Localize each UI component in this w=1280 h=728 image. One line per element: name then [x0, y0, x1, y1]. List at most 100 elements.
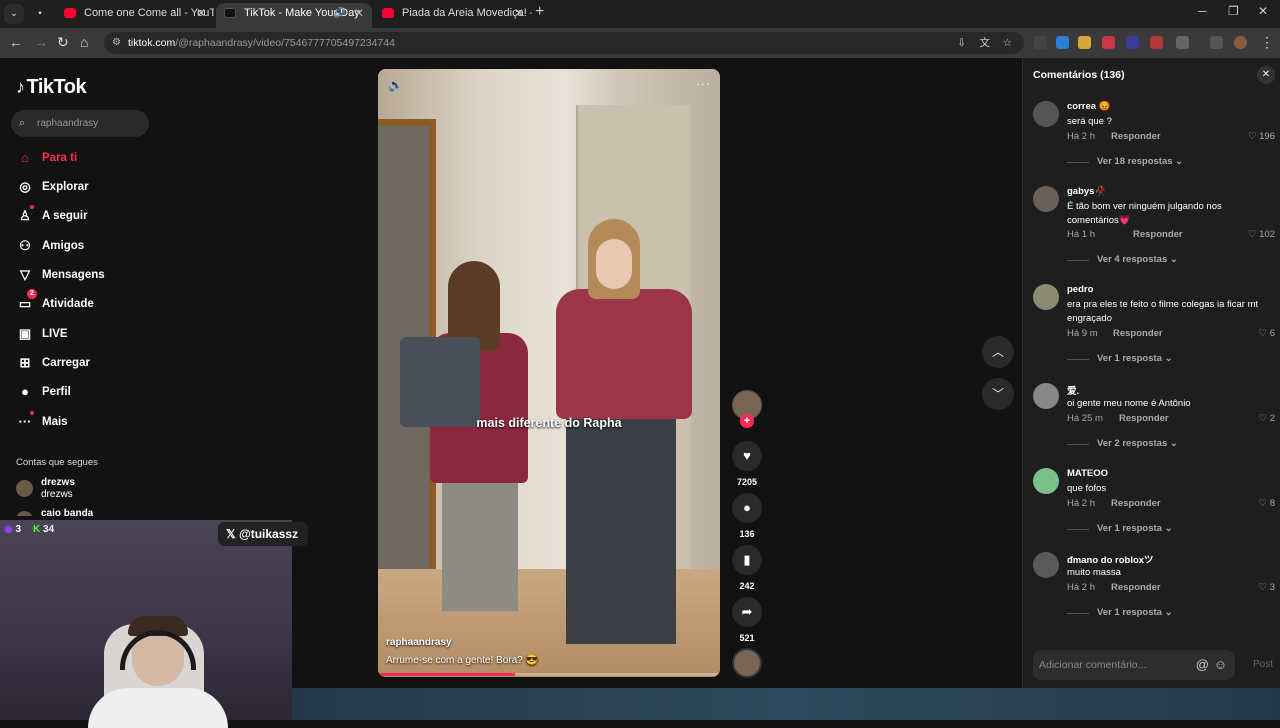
extension-icon[interactable] — [1150, 36, 1163, 49]
reply-button[interactable]: Responder — [1111, 498, 1161, 509]
tiktok-logo[interactable]: ♪ TikTok — [16, 76, 87, 99]
maximize-icon[interactable]: ❐ — [1228, 4, 1239, 18]
comment-user[interactable]: 爱. — [1067, 383, 1079, 397]
minimize-icon[interactable]: ─ — [1198, 4, 1207, 18]
view-replies-button[interactable]: Ver 1 resposta ⌄ — [1067, 607, 1173, 618]
video-player[interactable]: 🔈 ··· mais diferente do Rapha raphaandra… — [378, 69, 720, 677]
reply-button[interactable]: Responder — [1119, 413, 1169, 424]
translate-icon[interactable]: 文 — [980, 32, 991, 54]
post-button[interactable]: Post — [1253, 659, 1273, 670]
notification-dot — [30, 205, 34, 209]
comment-input[interactable]: Adicionar comentário... @ ☺ — [1033, 650, 1235, 680]
nav-amigos[interactable]: ⚇ Amigos — [16, 235, 156, 257]
menu-dots-icon[interactable]: ⋮ — [1260, 34, 1274, 51]
tab-group-icon[interactable]: ▪ — [30, 4, 50, 24]
save-button[interactable]: ▮ 242 — [732, 545, 762, 591]
next-video-button[interactable]: ﹀ — [982, 378, 1014, 410]
profile-avatar[interactable] — [1234, 36, 1247, 49]
close-tab-icon[interactable]: ✕ — [354, 3, 364, 24]
view-replies-button[interactable]: Ver 18 respostas ⌄ — [1067, 156, 1183, 167]
comment-user[interactable]: pedro — [1067, 284, 1093, 295]
home-icon[interactable]: ⌂ — [80, 34, 88, 50]
comment-like[interactable]: ♡ 8 — [1259, 498, 1275, 509]
avatar[interactable] — [1033, 552, 1059, 578]
speaker-icon[interactable]: 🔊 — [334, 3, 346, 24]
tab-search-button[interactable]: ⌄ — [4, 4, 24, 24]
url-host: tiktok.com — [128, 37, 176, 49]
previous-video-button[interactable]: ︿ — [982, 336, 1014, 368]
nav-carregar[interactable]: ⊞ Carregar — [16, 352, 156, 374]
new-tab-button[interactable]: + — [535, 3, 544, 21]
nav-live[interactable]: ▣ LIVE — [16, 323, 156, 345]
search-input[interactable]: ⌕ raphaandrasy — [11, 110, 149, 137]
close-tab-icon[interactable]: ✕ — [196, 3, 206, 24]
share-button[interactable]: ➦ 521 — [732, 597, 762, 643]
forward-icon[interactable]: → — [34, 34, 48, 50]
emoji-icon[interactable]: ☺ — [1214, 650, 1227, 680]
extension-icon[interactable] — [1034, 36, 1047, 49]
tab-youtube[interactable]: Come one Come all - YouTube ✕ — [56, 3, 214, 28]
comment-like[interactable]: ♡ 196 — [1248, 131, 1275, 142]
bookmark-star-icon[interactable]: ☆ — [1003, 32, 1012, 54]
site-info-icon[interactable]: ⚙ — [112, 32, 121, 54]
close-icon[interactable]: ✕ — [1257, 66, 1275, 84]
back-icon[interactable]: ← — [9, 34, 23, 50]
notification-dot — [30, 411, 34, 415]
reply-button[interactable]: Responder — [1111, 582, 1161, 593]
comment-like[interactable]: ♡ 3 — [1259, 582, 1275, 593]
comment-user[interactable]: MATEOO — [1067, 468, 1108, 479]
tab-tiktok[interactable]: TikTok - Make Your Day 🔊 ✕ — [216, 3, 372, 28]
comment-user[interactable]: correa 😡 — [1067, 101, 1111, 112]
video-progress-bar[interactable] — [378, 673, 720, 676]
url-bar[interactable]: ⚙ tiktok.com/@raphaandrasy/video/7546777… — [104, 32, 1024, 54]
reply-button[interactable]: Responder — [1133, 229, 1183, 240]
video-author[interactable]: raphaandrasy — [386, 637, 452, 648]
extension-icon[interactable] — [1078, 36, 1091, 49]
more-options-icon[interactable]: ··· — [696, 75, 710, 91]
comment-user[interactable]: ᵭmano do robloxツ — [1067, 552, 1154, 566]
comment-user[interactable]: gabys🥀 — [1067, 186, 1106, 197]
install-icon[interactable]: ⇩ — [957, 32, 966, 54]
avatar[interactable] — [1033, 468, 1059, 494]
followed-account[interactable]: drezws drezws — [16, 477, 75, 501]
close-tab-icon[interactable]: ✕ — [514, 3, 524, 24]
reply-button[interactable]: Responder — [1111, 131, 1161, 142]
comment-button[interactable]: ● 136 — [732, 493, 762, 539]
nav-atividade[interactable]: ▭ 2 Atividade — [16, 289, 156, 315]
nav-para-ti[interactable]: ⌂ Para ti — [16, 147, 156, 169]
reload-icon[interactable]: ↻ — [57, 34, 69, 51]
avatar[interactable] — [1033, 101, 1059, 127]
view-replies-button[interactable]: Ver 2 respostas ⌄ — [1067, 438, 1178, 449]
follow-plus-button[interactable]: + — [740, 414, 754, 428]
comment-like[interactable]: ♡ 102 — [1248, 229, 1275, 240]
nav-explorar[interactable]: ◎ Explorar — [16, 176, 156, 198]
nav-mensagens[interactable]: ▽ Mensagens — [16, 264, 156, 286]
nav-mais[interactable]: ··· Mais — [16, 411, 156, 433]
extension-icon[interactable] — [1102, 36, 1115, 49]
mention-icon[interactable]: @ — [1196, 650, 1209, 680]
extensions-puzzle-icon[interactable] — [1176, 36, 1189, 49]
extension-icon[interactable] — [1126, 36, 1139, 49]
reply-button[interactable]: Responder — [1113, 328, 1163, 339]
nav-a-seguir[interactable]: ♙ A seguir — [16, 205, 156, 227]
tab-youtube-2[interactable]: Piada da Areia Movediça! - You ✕ — [374, 3, 532, 28]
avatar[interactable] — [1033, 383, 1059, 409]
view-replies-button[interactable]: Ver 1 resposta ⌄ — [1067, 353, 1173, 364]
close-window-icon[interactable]: ✕ — [1258, 4, 1268, 18]
avatar[interactable] — [1033, 186, 1059, 212]
like-button[interactable]: ♥ 7205 — [732, 441, 762, 487]
nav-perfil[interactable]: ● Perfil — [16, 381, 156, 403]
comment-time: Há 2 h — [1067, 582, 1095, 593]
view-replies-button[interactable]: Ver 4 respostas ⌄ — [1067, 254, 1178, 265]
comment-like[interactable]: ♡ 6 — [1259, 328, 1275, 339]
address-toolbar: ← → ↻ ⌂ ⚙ tiktok.com/@raphaandrasy/video… — [0, 28, 1280, 58]
avatar[interactable] — [1033, 284, 1059, 310]
media-control-icon[interactable] — [1210, 36, 1223, 49]
view-replies-button[interactable]: Ver 1 resposta ⌄ — [1067, 523, 1173, 534]
volume-icon[interactable]: 🔈 — [388, 78, 403, 92]
comment-like[interactable]: ♡ 2 — [1259, 413, 1275, 424]
extension-icon[interactable] — [1056, 36, 1069, 49]
followed-account[interactable]: caio banda — [16, 508, 93, 516]
comment-placeholder: Adicionar comentário... — [1039, 659, 1147, 671]
music-disc-avatar[interactable] — [732, 648, 762, 678]
